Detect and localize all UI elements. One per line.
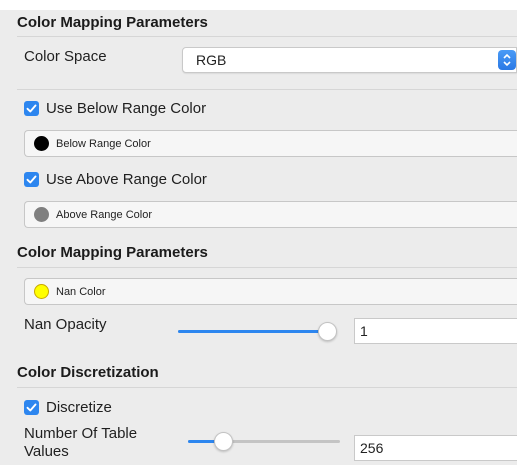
below-range-swatch [34,136,49,151]
section-divider [17,387,517,388]
checkbox-checked-icon[interactable] [24,100,39,116]
table-values-input[interactable]: 256 [354,435,517,461]
section-header-color-mapping: Color Mapping Parameters [17,14,208,31]
discretize-checkbox-row[interactable]: Discretize [24,396,112,418]
number-of-table-values-label-line1: Number Of Table [24,425,138,442]
nan-opacity-input[interactable]: 1 [354,318,517,344]
above-range-swatch [34,207,49,222]
select-stepper-icon[interactable] [498,50,516,70]
below-range-color-button[interactable]: Below Range Color [24,130,517,157]
above-range-color-button[interactable]: Above Range Color [24,201,517,228]
top-strip [0,0,517,10]
checkbox-checked-icon[interactable] [24,399,39,415]
above-range-color-label: Above Range Color [56,208,153,221]
section-header-color-mapping: Color Mapping Parameters [17,244,208,261]
use-below-range-label: Use Below Range Color [46,99,207,117]
nan-opacity-slider-knob[interactable] [318,322,337,341]
section-header-color-discretization: Color Discretization [17,364,159,381]
section-divider [17,267,517,268]
color-space-label: Color Space [24,48,107,65]
use-above-range-checkbox-row[interactable]: Use Above Range Color [24,168,207,190]
nan-opacity-label: Nan Opacity [24,316,107,333]
use-above-range-label: Use Above Range Color [46,170,207,188]
nan-color-button[interactable]: Nan Color [24,278,517,305]
use-below-range-checkbox-row[interactable]: Use Below Range Color [24,97,206,119]
color-mapping-panel: Color Mapping Parameters Color Space RGB… [0,0,517,465]
divider [17,89,517,90]
color-space-select[interactable]: RGB [182,47,517,73]
checkbox-checked-icon[interactable] [24,171,39,187]
table-values-slider-knob[interactable] [214,432,233,451]
number-of-table-values-label-line2: Values [24,443,69,460]
below-range-color-label: Below Range Color [56,137,151,150]
nan-color-swatch [34,284,49,299]
nan-color-label: Nan Color [56,285,106,298]
table-values-value: 256 [360,440,384,456]
nan-opacity-value: 1 [360,323,368,339]
color-space-value: RGB [196,52,227,68]
discretize-label: Discretize [46,398,112,416]
nan-opacity-slider-fill [178,330,323,333]
number-of-table-values-label: Number Of Table Values [24,425,137,461]
section-divider [17,36,517,37]
